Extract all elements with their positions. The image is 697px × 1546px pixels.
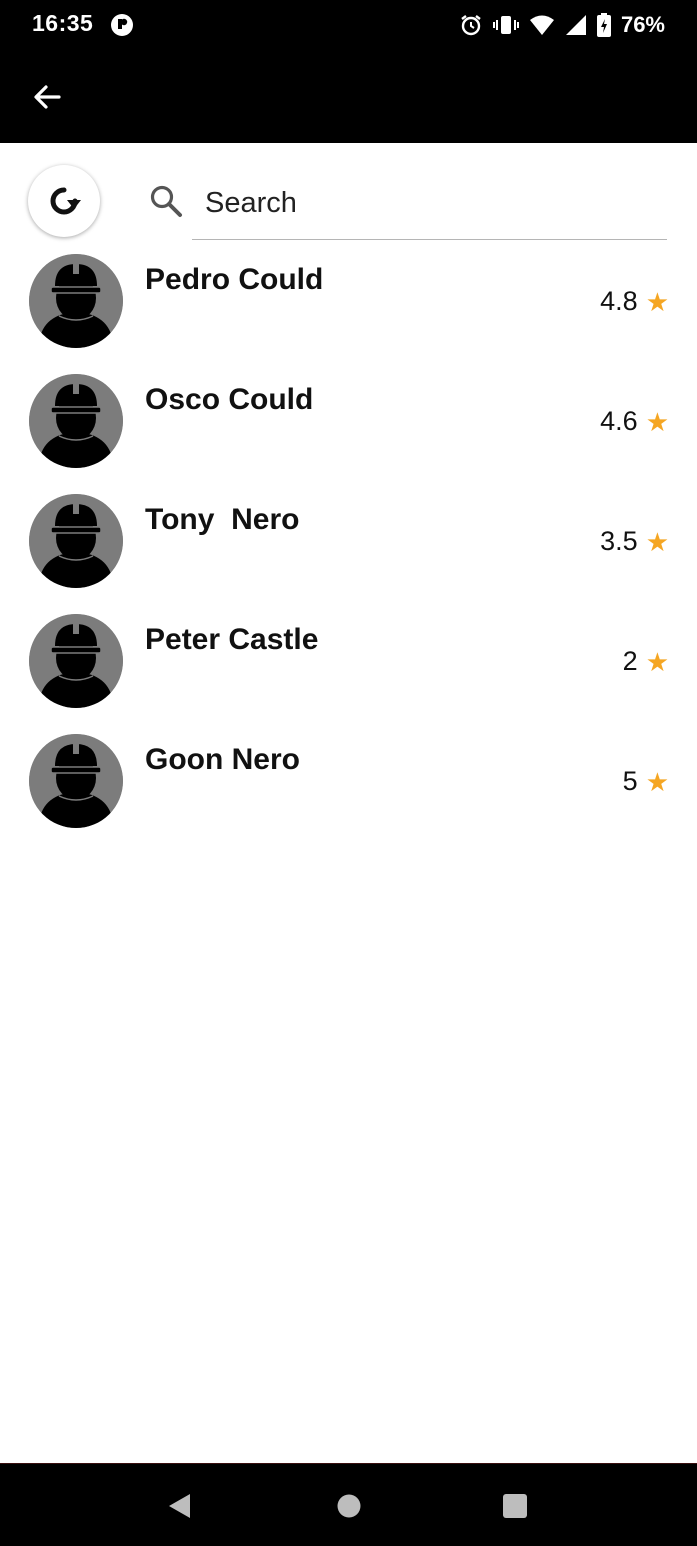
rating: 3.5 ★ [600, 526, 669, 557]
search-input[interactable] [193, 178, 665, 228]
recents-square-icon[interactable] [501, 1492, 529, 1520]
rating: 4.8 ★ [600, 286, 669, 317]
rating: 5 ★ [623, 766, 669, 797]
rating-value: 4.8 [600, 286, 638, 316]
rating: 4.6 ★ [600, 406, 669, 437]
rating-value: 3.5 [600, 526, 638, 556]
worker-avatar-icon [29, 374, 123, 468]
screen: 16:35 76% Search Pedro Could 4.8 ★ Osco … [0, 0, 697, 1546]
star-icon: ★ [645, 406, 669, 437]
worker-avatar-icon [29, 254, 123, 348]
back-button[interactable] [22, 72, 72, 122]
worker-name: Tony Nero [145, 503, 300, 536]
signal-icon [565, 14, 587, 36]
home-circle-icon[interactable] [335, 1492, 363, 1520]
status-time: 16:35 [32, 10, 94, 36]
back-triangle-icon[interactable] [166, 1492, 194, 1520]
rating: 2 ★ [623, 646, 669, 677]
search-box [145, 170, 667, 240]
arrow-left-icon [34, 85, 61, 109]
list-item[interactable]: Goon Nero 5 ★ [0, 732, 697, 852]
star-icon: ★ [645, 766, 669, 797]
status-bar: 16:35 76% [0, 0, 697, 50]
star-icon: ★ [645, 646, 669, 677]
worker-list: Pedro Could 4.8 ★ Osco Could 4.6 ★ Tony … [0, 252, 697, 852]
worker-avatar-icon [29, 494, 123, 588]
battery-icon [596, 13, 611, 37]
worker-name: Pedro Could [145, 263, 324, 296]
refresh-button[interactable] [28, 165, 100, 237]
list-item[interactable]: Osco Could 4.6 ★ [0, 372, 697, 492]
rating-value: 5 [622, 766, 638, 796]
star-icon: ★ [645, 526, 669, 557]
list-item[interactable]: Peter Castle 2 ★ [0, 612, 697, 732]
rating-value: 2 [622, 646, 638, 676]
battery-percent: 76% [620, 12, 665, 37]
list-item[interactable]: Tony Nero 3.5 ★ [0, 492, 697, 612]
list-item[interactable]: Pedro Could 4.8 ★ [0, 252, 697, 372]
rating-value: 4.6 [600, 406, 638, 436]
status-icons: 76% [459, 12, 665, 38]
worker-name: Goon Nero [145, 743, 300, 776]
alarm-icon [459, 13, 483, 37]
worker-avatar-icon [29, 734, 123, 828]
search-icon[interactable] [149, 184, 183, 218]
refresh-icon [50, 187, 81, 215]
worker-name: Peter Castle [145, 623, 319, 656]
worker-avatar-icon [29, 614, 123, 708]
app-bar [0, 50, 697, 143]
vibrate-icon [492, 13, 519, 37]
notification-icon [110, 13, 134, 37]
worker-name: Osco Could [145, 383, 314, 416]
star-icon: ★ [645, 286, 669, 317]
search-underline [192, 239, 667, 240]
navigation-bar [0, 1463, 697, 1546]
wifi-icon [529, 14, 555, 36]
